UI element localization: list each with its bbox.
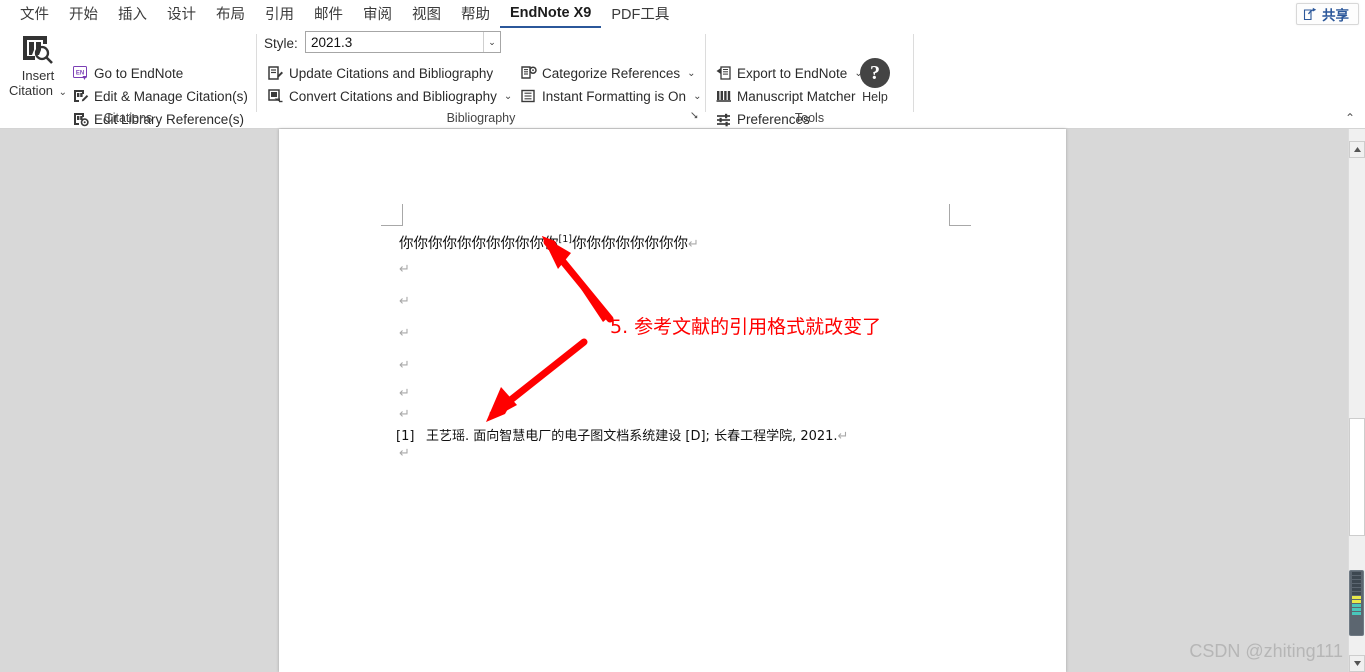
update-citations-bibliography-button[interactable]: Update Citations and Bibliography bbox=[267, 63, 493, 83]
document-page[interactable]: 你你你你你你你你你你你[1]你你你你你你你你↵ ↵ ↵ ↵ ↵ ↵ ↵ [1] 王… bbox=[279, 129, 1066, 672]
bibliography-entry-number: [1] bbox=[396, 429, 415, 444]
export-to-endnote-button[interactable]: Export to EndNote ⌄ bbox=[715, 63, 863, 83]
paragraph-mark: ↵ bbox=[399, 262, 410, 277]
convert-citations-bibliography-button[interactable]: Convert Citations and Bibliography ⌄ bbox=[267, 86, 512, 106]
tab-design[interactable]: 设计 bbox=[157, 7, 206, 28]
update-citations-bibliography-label: Update Citations and Bibliography bbox=[289, 65, 494, 81]
tab-review[interactable]: 审阅 bbox=[353, 7, 402, 28]
chevron-down-icon[interactable]: ⌄ bbox=[687, 68, 695, 79]
endnote-logo-icon: EN bbox=[72, 65, 89, 82]
citation-marker[interactable]: [1] bbox=[559, 234, 572, 245]
paragraph-mark: ↵ bbox=[399, 326, 410, 341]
tab-endnote-x9[interactable]: EndNote X9 bbox=[500, 5, 602, 28]
ribbon-group-bibliography: Style: 2021.3 ⌄ Update Citations and Bib… bbox=[257, 28, 705, 129]
tab-mailings[interactable]: 邮件 bbox=[304, 7, 353, 28]
export-to-endnote-label: Export to EndNote bbox=[737, 65, 848, 81]
word-endnote-window: 文件 开始 插入 设计 布局 引用 邮件 审阅 视图 帮助 EndNote X9… bbox=[0, 0, 1365, 672]
insert-citation-line2: Citation bbox=[8, 83, 54, 98]
paragraph-mark: ↵ bbox=[399, 294, 410, 309]
instant-formatting-label: Instant Formatting is On bbox=[542, 88, 687, 104]
categorize-references-button[interactable]: Categorize References ⌄ bbox=[520, 63, 695, 83]
insert-citation-line1: Insert bbox=[21, 68, 55, 83]
group-label-bibliography: Bibliography bbox=[446, 111, 516, 125]
chevron-down-icon[interactable]: ⌄ bbox=[59, 87, 67, 98]
annotation-text: 5. 参考文献的引用格式就改变了 bbox=[610, 316, 882, 338]
document-workspace: 你你你你你你你你你你你[1]你你你你你你你你↵ ↵ ↵ ↵ ↵ ↵ ↵ [1] 王… bbox=[0, 129, 1365, 672]
chevron-down-icon[interactable]: ⌄ bbox=[504, 91, 512, 102]
share-button[interactable]: 共享 bbox=[1296, 3, 1359, 25]
tab-insert[interactable]: 插入 bbox=[108, 7, 157, 28]
group-label-citations: Citations bbox=[103, 111, 153, 125]
margin-mark-top-left bbox=[381, 204, 403, 226]
paragraph-mark: ↵ bbox=[399, 386, 410, 401]
style-value: 2021.3 bbox=[311, 34, 353, 50]
manuscript-matcher-icon bbox=[715, 88, 732, 105]
body-text-after: 你你你你你你你你 bbox=[571, 235, 688, 252]
body-text-before: 你你你你你你你你你你你 bbox=[399, 235, 559, 252]
go-to-endnote-label: Go to EndNote bbox=[94, 65, 184, 81]
paragraph-mark: ↵ bbox=[399, 358, 410, 373]
endnote-ribbon: Insert Citation ⌄ EN Go to EndNote Edit … bbox=[0, 28, 1365, 129]
tab-home[interactable]: 开始 bbox=[59, 7, 108, 28]
tab-help[interactable]: 帮助 bbox=[451, 7, 500, 28]
style-combobox[interactable]: 2021.3 ⌄ bbox=[305, 31, 501, 53]
document-body-line: 你你你你你你你你你你你[1]你你你你你你你你↵ bbox=[399, 231, 699, 254]
go-to-endnote-button[interactable]: EN Go to EndNote bbox=[72, 63, 183, 83]
collapse-ribbon-button[interactable]: ⌃ bbox=[1345, 111, 1355, 125]
margin-mark-top-right bbox=[949, 204, 971, 226]
tab-file[interactable]: 文件 bbox=[10, 7, 59, 28]
export-endnote-icon bbox=[715, 65, 732, 82]
paragraph-mark: ↵ bbox=[687, 236, 699, 252]
edit-manage-citations-button[interactable]: Edit & Manage Citation(s) bbox=[72, 86, 248, 106]
caret-down-icon bbox=[1353, 661, 1361, 666]
paragraph-mark: ↵ bbox=[837, 429, 849, 444]
style-label: Style: bbox=[264, 36, 298, 51]
chevron-down-icon[interactable]: ⌄ bbox=[693, 91, 701, 102]
ribbon-group-citations: Insert Citation ⌄ EN Go to EndNote Edit … bbox=[0, 28, 256, 129]
tab-view[interactable]: 视图 bbox=[402, 7, 451, 28]
instant-formatting-icon bbox=[520, 88, 537, 105]
overlay-strip bbox=[1349, 570, 1364, 636]
paragraph-mark: ↵ bbox=[399, 446, 410, 461]
bibliography-entry-text: 王艺瑶. 面向智慧电厂的电子图文档系统建设 [D]; 长春工程学院, 2021. bbox=[426, 429, 838, 444]
group-divider-3 bbox=[913, 34, 914, 112]
insert-citation-button[interactable]: Insert Citation ⌄ bbox=[2, 32, 74, 100]
ribbon-group-tools: Export to EndNote ⌄ Manuscript Matcher P… bbox=[706, 28, 913, 129]
help-label: Help bbox=[862, 90, 888, 104]
tab-references[interactable]: 引用 bbox=[255, 7, 304, 28]
watermark: CSDN @zhiting111 bbox=[1189, 641, 1343, 661]
scrollbar-thumb[interactable] bbox=[1349, 418, 1365, 536]
manuscript-matcher-button[interactable]: Manuscript Matcher bbox=[715, 86, 856, 106]
manuscript-matcher-label: Manuscript Matcher bbox=[737, 88, 856, 104]
convert-citations-bibliography-label: Convert Citations and Bibliography bbox=[289, 88, 497, 104]
group-label-tools: Tools bbox=[794, 111, 825, 125]
tab-layout[interactable]: 布局 bbox=[206, 7, 255, 28]
edit-manage-citations-label: Edit & Manage Citation(s) bbox=[94, 88, 248, 104]
tab-pdf-tools[interactable]: PDF工具 bbox=[601, 7, 679, 28]
update-bibliography-icon bbox=[267, 65, 284, 82]
scroll-up-button[interactable] bbox=[1349, 141, 1365, 158]
share-icon bbox=[1303, 7, 1318, 21]
svg-text:EN: EN bbox=[75, 70, 83, 76]
insert-citation-icon bbox=[21, 32, 55, 68]
categorize-references-label: Categorize References bbox=[542, 65, 681, 81]
chevron-down-icon[interactable]: ⌄ bbox=[483, 32, 500, 52]
bibliography-entry[interactable]: [1] 王艺瑶. 面向智慧电厂的电子图文档系统建设 [D]; 长春工程学院, 20… bbox=[396, 425, 848, 444]
paragraph-mark: ↵ bbox=[399, 407, 410, 422]
ribbon-tab-bar: 文件 开始 插入 设计 布局 引用 邮件 审阅 视图 帮助 EndNote X9… bbox=[0, 0, 1365, 28]
edit-citation-icon bbox=[72, 88, 89, 105]
caret-up-icon bbox=[1353, 147, 1361, 152]
scroll-down-button[interactable] bbox=[1349, 655, 1365, 672]
help-button[interactable]: ? Help bbox=[860, 58, 890, 104]
share-label: 共享 bbox=[1322, 8, 1349, 23]
help-icon: ? bbox=[860, 58, 890, 88]
instant-formatting-button[interactable]: Instant Formatting is On ⌄ bbox=[520, 86, 701, 106]
convert-bibliography-icon bbox=[267, 88, 284, 105]
categorize-references-icon bbox=[520, 65, 537, 82]
